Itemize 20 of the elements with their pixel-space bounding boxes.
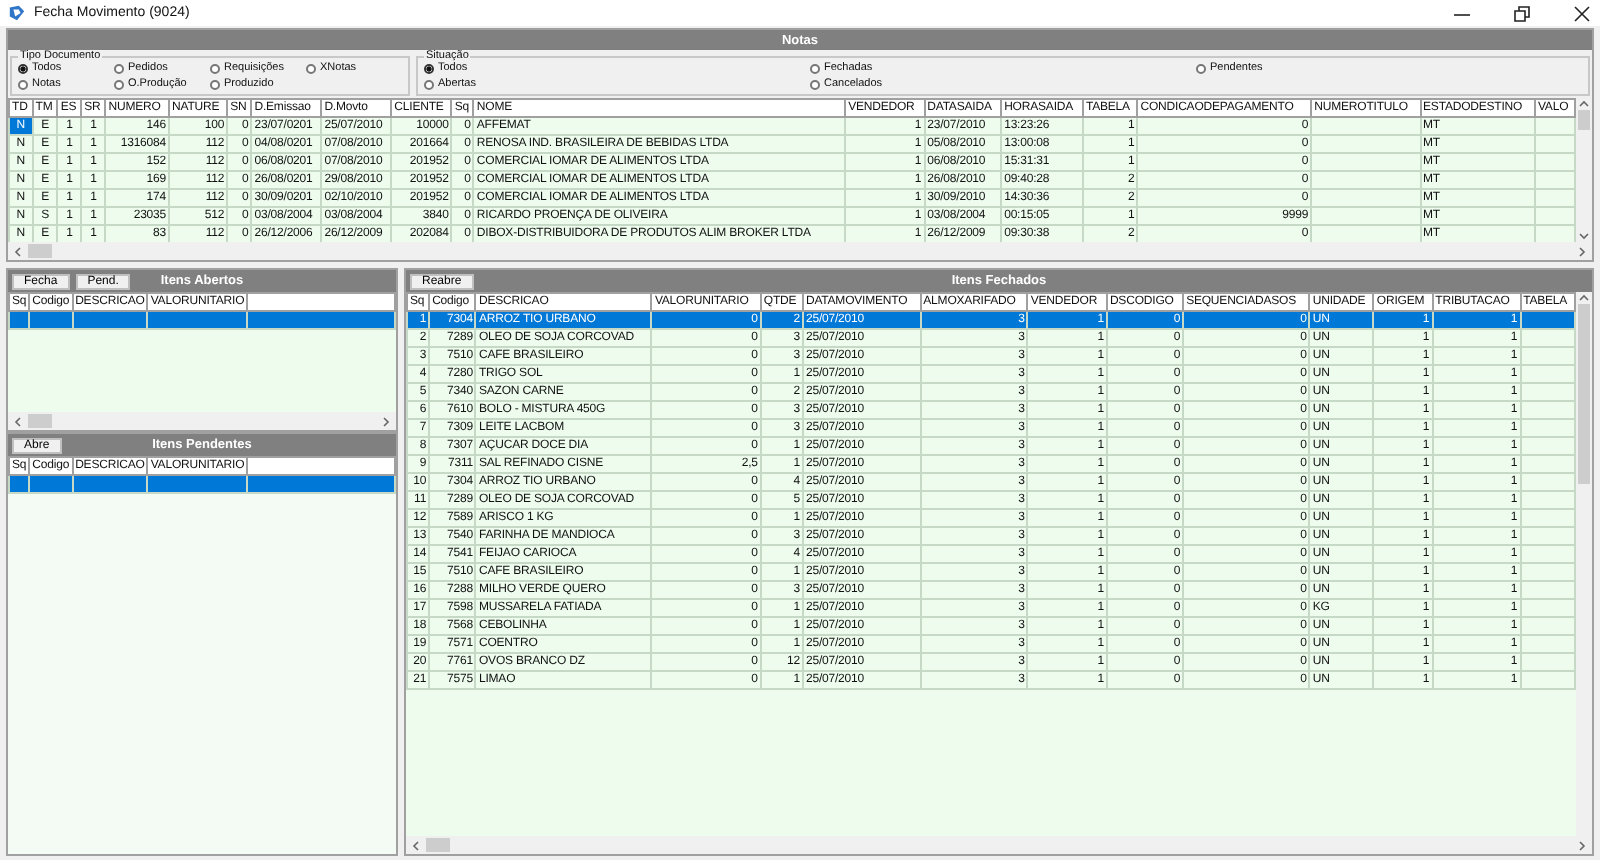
scrollbar[interactable]: [1576, 292, 1592, 836]
arrow-down-icon[interactable]: [1578, 230, 1590, 242]
arrow-left-icon[interactable]: [12, 245, 24, 257]
scroll-thumb[interactable]: [28, 244, 52, 258]
close-icon[interactable]: [1572, 3, 1592, 23]
arrow-up-icon[interactable]: [1578, 292, 1590, 304]
scroll-thumb[interactable]: [426, 838, 450, 852]
arrow-left-icon[interactable]: [12, 415, 24, 427]
arrow-right-icon[interactable]: [1576, 245, 1588, 257]
arrow-right-icon[interactable]: [380, 415, 392, 427]
scroll-thumb[interactable]: [1578, 304, 1590, 484]
scroll-thumb[interactable]: [1578, 110, 1590, 130]
arrow-left-icon[interactable]: [410, 839, 422, 851]
arrow-up-icon[interactable]: [1578, 98, 1590, 110]
scrollbar[interactable]: [1576, 98, 1592, 242]
scroll-thumb[interactable]: [28, 414, 52, 428]
arrow-right-icon[interactable]: [1576, 839, 1588, 851]
table-row[interactable]: [9, 475, 395, 493]
table-row[interactable]: [9, 311, 395, 329]
restore-icon[interactable]: [1512, 3, 1532, 23]
